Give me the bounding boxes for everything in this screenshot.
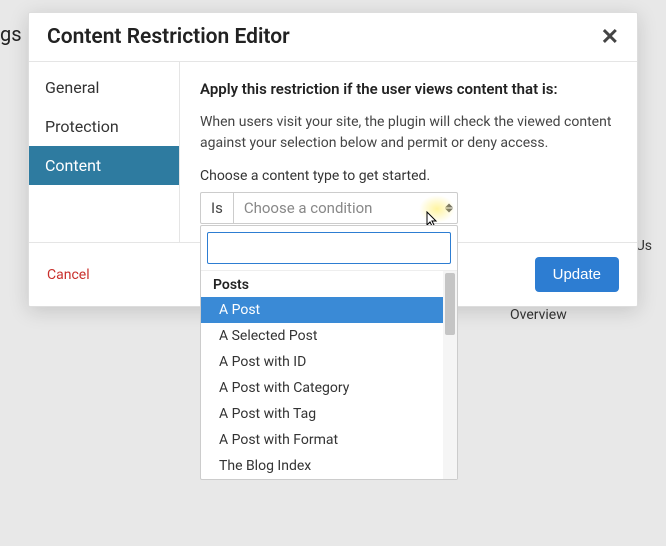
content-prompt: Choose a content type to get started. [200, 168, 617, 184]
dropdown-group-posts: Posts [201, 271, 457, 297]
sidebar-item-protection[interactable]: Protection [29, 107, 179, 146]
page-heading-fragment: gs [0, 22, 22, 46]
scrollbar-track[interactable] [443, 271, 457, 479]
modal-header: Content Restriction Editor ✕ [29, 13, 637, 62]
modal-title: Content Restriction Editor [47, 25, 290, 49]
option-a-post[interactable]: A Post [201, 297, 457, 323]
option-a-selected-post[interactable]: A Selected Post [201, 323, 457, 349]
cancel-button[interactable]: Cancel [47, 267, 90, 283]
option-a-post-with-tag[interactable]: A Post with Tag [201, 401, 457, 427]
condition-select[interactable]: Is Choose a condition [200, 192, 458, 224]
sidebar-item-general[interactable]: General [29, 68, 179, 107]
content-description: When users visit your site, the plugin w… [200, 112, 617, 154]
dropdown-search-wrap [201, 226, 457, 270]
dropdown-options-list: Posts A Post A Selected Post A Post with… [201, 270, 457, 479]
update-button[interactable]: Update [535, 257, 619, 292]
option-a-post-with-category[interactable]: A Post with Category [201, 375, 457, 401]
condition-placeholder: Choose a condition [234, 193, 457, 223]
close-icon[interactable]: ✕ [601, 26, 619, 48]
bg-tab-overview[interactable]: Overview [510, 307, 567, 323]
condition-operator: Is [201, 193, 234, 223]
chevron-updown-icon [445, 204, 453, 213]
dropdown-search-input[interactable] [207, 232, 451, 264]
modal-sidebar: General Protection Content [29, 62, 180, 242]
scrollbar-thumb[interactable] [445, 273, 455, 335]
option-the-blog-index[interactable]: The Blog Index [201, 453, 457, 479]
sidebar-item-content[interactable]: Content [29, 146, 179, 185]
content-heading: Apply this restriction if the user views… [200, 80, 617, 98]
option-a-post-with-id[interactable]: A Post with ID [201, 349, 457, 375]
modal-content: Apply this restriction if the user views… [180, 62, 637, 242]
condition-dropdown: Posts A Post A Selected Post A Post with… [200, 225, 458, 480]
modal-body: General Protection Content Apply this re… [29, 62, 637, 242]
option-a-post-with-format[interactable]: A Post with Format [201, 427, 457, 453]
